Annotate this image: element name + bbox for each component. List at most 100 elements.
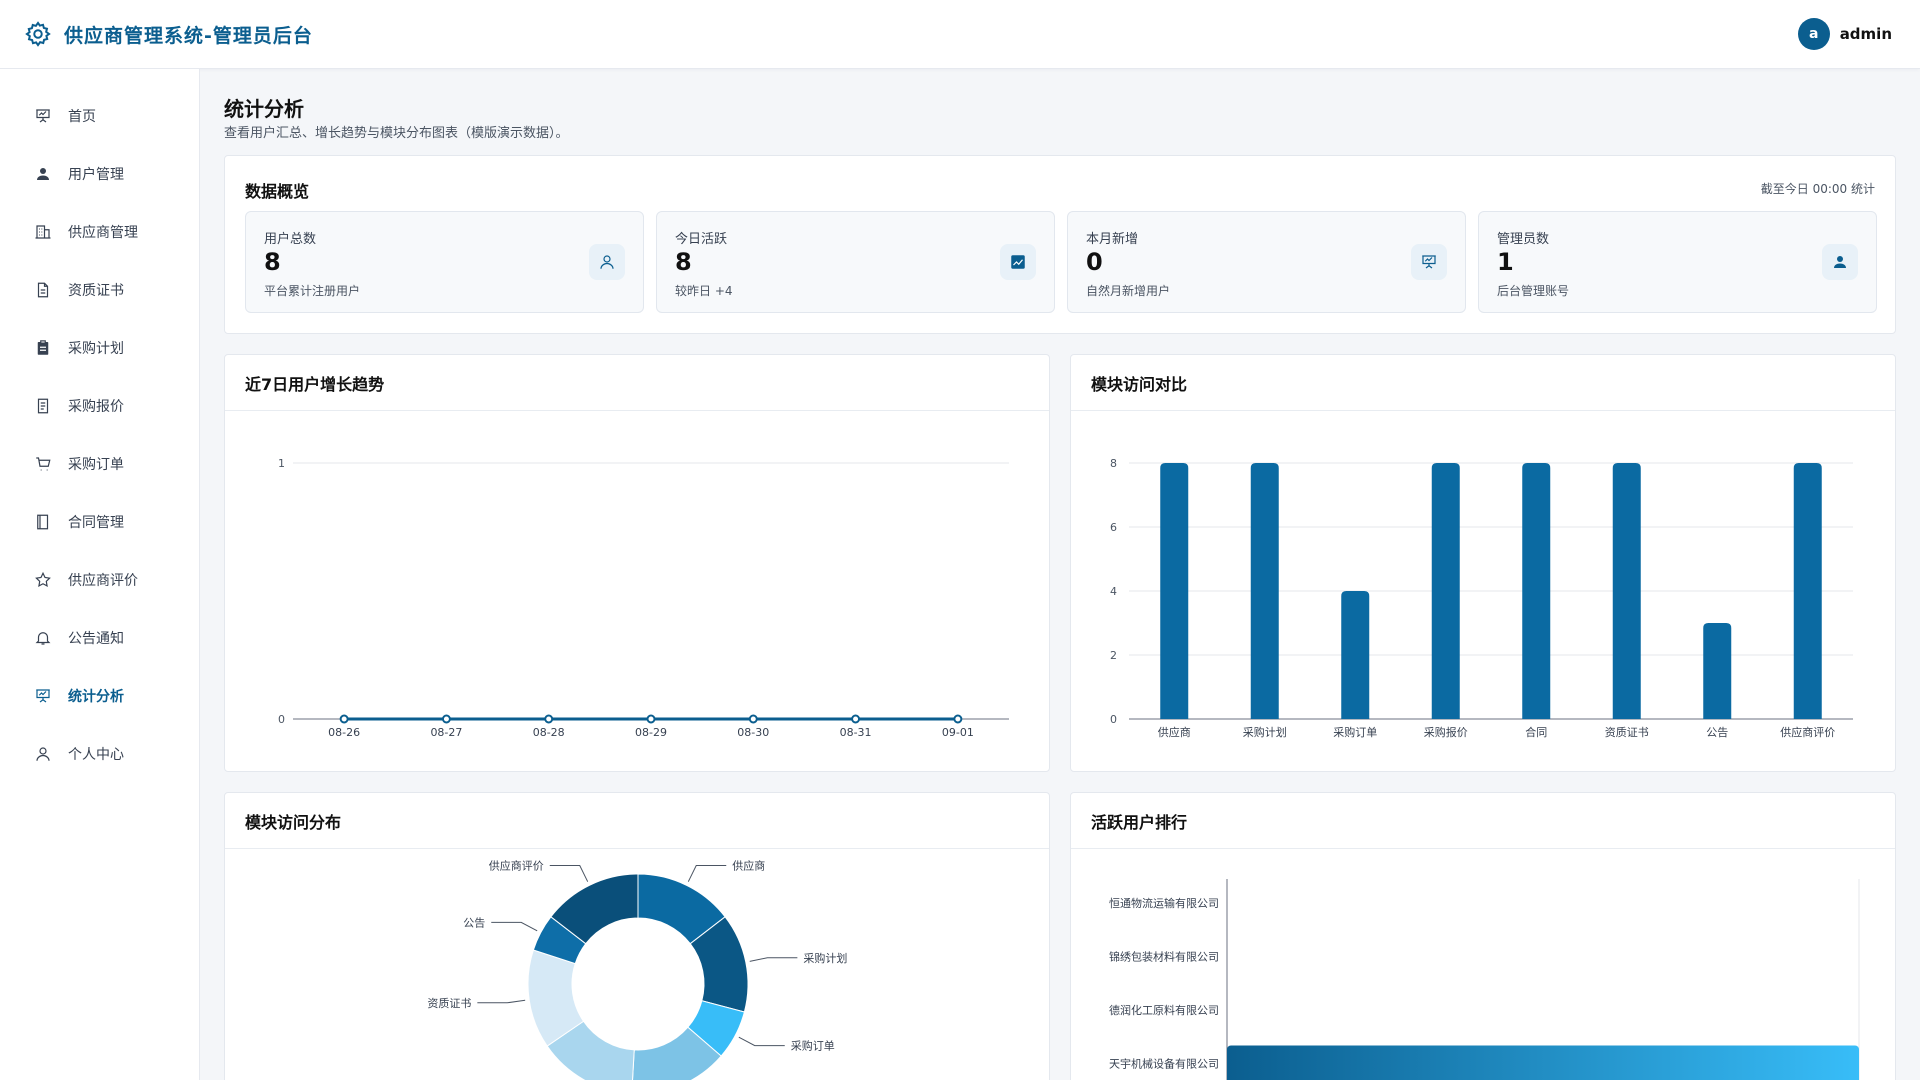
slice-label: 资质证书 <box>427 997 471 1010</box>
stat-label: 本月新增 <box>1086 232 1139 247</box>
sidebar: 首页 用户管理 供应商管理 资质证书 采购计划 采购报价 采购订单 合同管理 供… <box>0 69 200 1080</box>
compare-chart-title: 模块访问对比 <box>1071 355 1895 411</box>
app-title: 供应商管理系统-管理员后台 <box>64 24 313 47</box>
page-subtitle: 查看用户汇总、增长趋势与模块分布图表（模版演示数据）。 <box>224 126 569 141</box>
growth-line-chart: 0 1 08-26 08-27 08-28 08-29 08-30 08-31 09-01 <box>278 457 1009 739</box>
bar <box>1703 623 1732 719</box>
x-tick-label: 合同 <box>1525 725 1547 739</box>
x-tick-label: 供应商评价 <box>1780 725 1835 739</box>
sidebar-item-9[interactable]: 公告通知 <box>0 609 199 667</box>
star-icon <box>35 571 51 588</box>
slice-label-line <box>738 1036 785 1047</box>
sidebar-item-5[interactable]: 采购报价 <box>0 377 199 435</box>
sidebar-item-label: 采购计划 <box>68 341 124 357</box>
chart-board-icon <box>1422 255 1436 269</box>
growth-chart-title: 近7日用户增长趋势 <box>225 355 1049 411</box>
x-tick-label: 采购订单 <box>1333 725 1377 739</box>
data-point <box>748 714 758 724</box>
y-tick-label: 锦绣包装材料有限公司 <box>1109 950 1219 964</box>
user-menu[interactable]: a admin <box>1797 18 1892 50</box>
person-icon <box>36 747 50 761</box>
stat-note: 自然月新增用户 <box>1086 284 1171 298</box>
sidebar-item-label: 采购报价 <box>68 399 124 415</box>
quote-icon <box>37 398 49 414</box>
sidebar-item-label: 首页 <box>68 109 96 125</box>
sidebar-item-4[interactable]: 采购计划 <box>0 319 199 377</box>
stat-note: 平台累计注册用户 <box>264 284 361 298</box>
avatar[interactable]: a <box>1797 18 1830 50</box>
bar <box>1793 463 1822 719</box>
sidebar-item-label: 统计分析 <box>68 689 124 705</box>
stat-icon-box <box>1000 244 1036 280</box>
y-tick-label: 德润化工原料有限公司 <box>1109 1003 1219 1017</box>
sidebar-item-0[interactable]: 首页 <box>0 87 199 145</box>
stat-value: 8 <box>675 248 692 276</box>
sidebar-item-label: 个人中心 <box>68 747 124 763</box>
x-tick-label: 08-29 <box>635 726 667 739</box>
overview-title: 数据概览 <box>245 182 310 201</box>
bar <box>1341 591 1370 719</box>
y-tick-label: 0 <box>278 713 285 726</box>
sidebar-item-label: 资质证书 <box>68 283 124 299</box>
data-point <box>339 714 349 724</box>
bar <box>1227 1045 1859 1080</box>
sidebar-item-label: 供应商管理 <box>68 225 138 241</box>
cart-icon <box>36 457 51 471</box>
x-tick-label: 08-26 <box>328 726 360 739</box>
y-tick-label: 6 <box>1110 521 1117 534</box>
slice-label-line <box>491 921 538 932</box>
stat-label: 用户总数 <box>264 232 317 247</box>
y-tick-label: 2 <box>1110 649 1117 662</box>
overview-card: 数据概览 截至今日 00:00 统计 用户总数 8 平台累计注册用户 今日活跃 … <box>224 155 1896 334</box>
chart-board-icon <box>36 689 50 703</box>
sidebar-item-label: 合同管理 <box>68 515 124 531</box>
x-tick-label: 08-31 <box>840 726 872 739</box>
book-icon <box>37 514 49 530</box>
stat-icon-box <box>1822 244 1858 280</box>
sidebar-item-label: 采购订单 <box>68 457 124 473</box>
slice-label: 公告 <box>463 916 485 929</box>
bar <box>1250 463 1279 719</box>
stat-icon-box <box>589 244 625 280</box>
sidebar-item-6[interactable]: 采购订单 <box>0 435 199 493</box>
growth-chart-card: 近7日用户增长趋势 0 1 08-26 08-27 08-28 08-29 08-30 08-… <box>224 354 1050 772</box>
slice-label-line <box>477 999 526 1004</box>
x-tick-label: 资质证书 <box>1605 726 1649 739</box>
ranking-chart-title: 活跃用户排行 <box>1071 793 1895 849</box>
sidebar-item-8[interactable]: 供应商评价 <box>0 551 199 609</box>
user-solid-icon <box>1834 256 1846 268</box>
stat-label: 今日活跃 <box>675 232 728 247</box>
y-tick-label: 1 <box>278 457 285 470</box>
sidebar-item-2[interactable]: 供应商管理 <box>0 203 199 261</box>
user-icon <box>37 168 49 180</box>
sidebar-item-7[interactable]: 合同管理 <box>0 493 199 551</box>
stat-value: 1 <box>1497 248 1514 276</box>
data-point <box>646 714 656 724</box>
stat-value: 8 <box>264 248 281 276</box>
bar <box>1612 463 1641 719</box>
building-icon <box>35 225 51 239</box>
x-tick-label: 采购报价 <box>1424 725 1468 739</box>
data-point <box>953 714 963 724</box>
y-tick-label: 0 <box>1110 713 1117 726</box>
distribution-donut-chart: 供应商采购计划采购订单采购报价合同资质证书公告供应商评价 <box>427 859 847 1080</box>
sidebar-item-1[interactable]: 用户管理 <box>0 145 199 203</box>
slice-label: 供应商评价 <box>489 859 544 873</box>
ranking-bar-chart: 恒通物流运输有限公司锦绣包装材料有限公司德润化工原料有限公司天宇机械设备有限公司 <box>1109 879 1860 1080</box>
x-tick-label: 08-28 <box>533 726 565 739</box>
sidebar-item-3[interactable]: 资质证书 <box>0 261 199 319</box>
page-title: 统计分析 <box>224 97 304 121</box>
stat-card: 用户总数 8 平台累计注册用户 <box>245 211 644 313</box>
username[interactable]: admin <box>1840 25 1892 43</box>
sidebar-item-10[interactable]: 统计分析 <box>0 667 199 725</box>
x-tick-label: 公告 <box>1706 726 1728 739</box>
y-tick-label: 8 <box>1110 457 1117 470</box>
slice-label-line <box>549 865 589 882</box>
distribution-chart-title: 模块访问分布 <box>225 793 1049 849</box>
stat-value: 0 <box>1086 248 1103 276</box>
x-tick-label: 08-30 <box>737 726 769 739</box>
ranking-chart-card: 活跃用户排行 恒通物流运输有限公司 锦绣包装材料有限公司 德润化工原料有限公司 天宇机… <box>1070 792 1896 1080</box>
sidebar-item-11[interactable]: 个人中心 <box>0 725 199 783</box>
y-tick-label: 天宇机械设备有限公司 <box>1109 1057 1219 1071</box>
brand[interactable]: 供应商管理系统-管理员后台 <box>24 20 313 48</box>
